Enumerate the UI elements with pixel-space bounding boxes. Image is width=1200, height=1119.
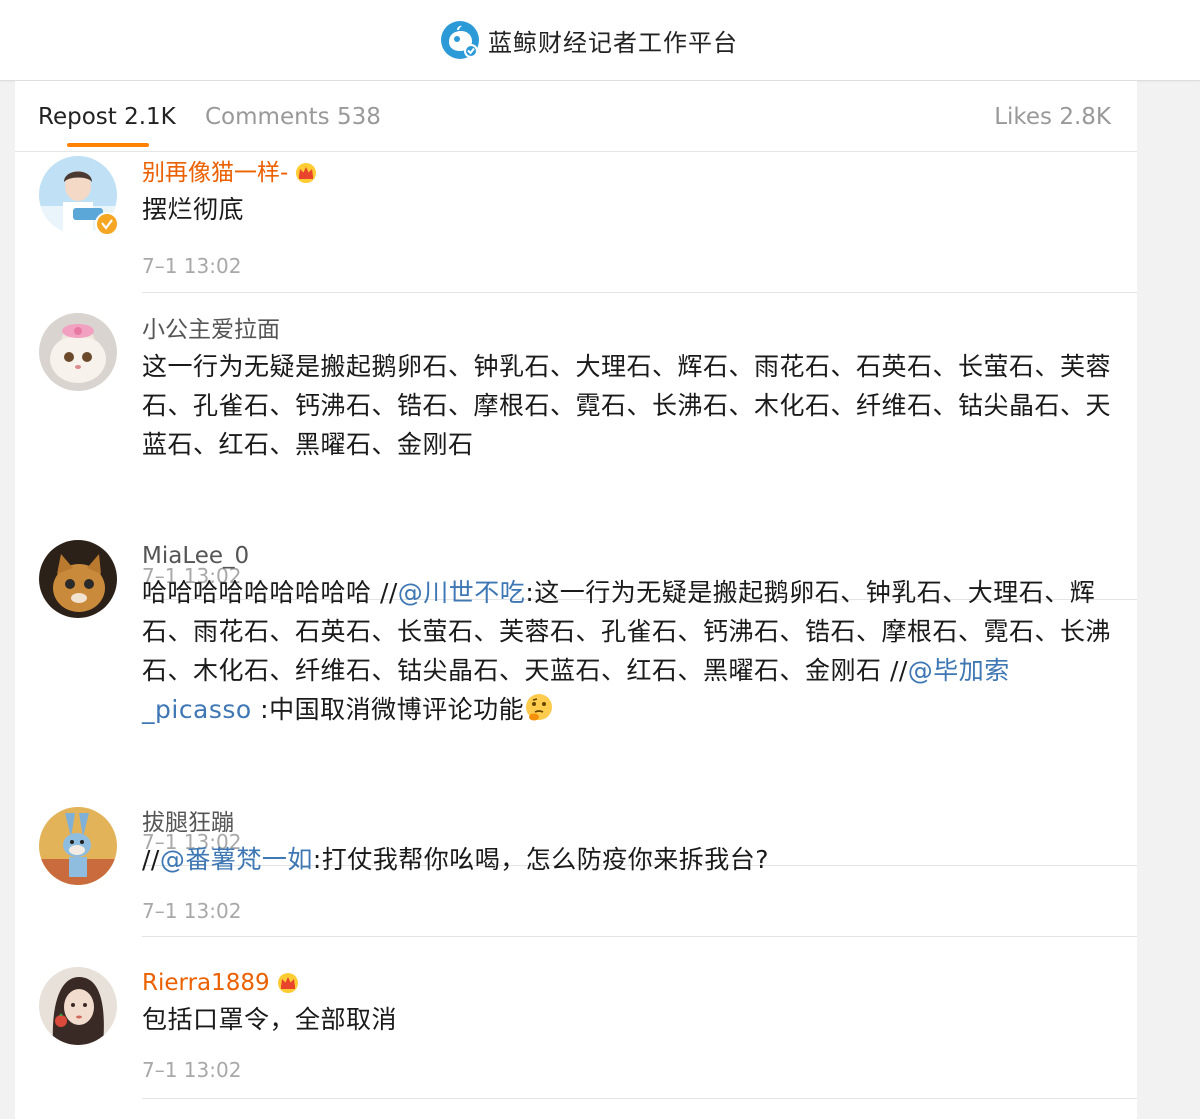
list-item: Rierra1889 包括口罩令，全部取消 7–1 13:02 [15,946,1137,1119]
mention-link[interactable]: @番薯梵一如 [160,845,313,874]
tab-repost[interactable]: Repost 2.1K [38,102,176,132]
comment-body: 小公主爱拉面 这一行为无疑是搬起鹅卵石、钟乳石、大理石、辉石、雨花石、石英石、长… [142,314,1113,464]
username[interactable]: MiaLee_0 [142,540,249,572]
comment-text: 这一行为无疑是搬起鹅卵石、钟乳石、大理石、辉石、雨花石、石英石、长萤石、芙蓉石、… [142,352,1112,459]
vip-crown-icon [296,163,317,183]
username-row: 别再像猫一样- [142,157,1113,189]
avatar-cat-white-icon [39,313,117,391]
tab-likes[interactable]: Likes 2.8K [994,102,1111,132]
comment-text: 摆烂彻底 [142,195,245,224]
comment-text: //@番薯梵一如:打仗我帮你吆喝，怎么防疫你来拆我台? [142,840,1113,879]
timestamp: 7–1 13:02 [142,1058,242,1082]
tab-bar: Repost 2.1K Comments 538 Likes 2.8K [15,81,1137,152]
username-row: 小公主爱拉面 [142,314,1113,346]
top-bar: 蓝鲸财经记者工作平台 [0,0,1200,81]
username-row: MiaLee_0 [142,540,1113,572]
timestamp: 7–1 13:02 [142,899,242,923]
comment-text-part: 哈哈哈哈哈哈哈哈哈 // [142,578,398,607]
avatar[interactable] [39,540,117,618]
app-title: 蓝鲸财经记者工作平台 [488,28,738,57]
comment-text-part: // [142,845,160,874]
verified-badge-icon [95,212,119,236]
comment-body: 别再像猫一样- 摆烂彻底 [142,157,1113,229]
username[interactable]: Rierra1889 [142,967,270,999]
whale-logo-icon [440,20,480,60]
avatar-cat-orange-icon [39,540,117,618]
avatar[interactable] [39,156,119,236]
comment-text-part: :中国取消微博评论功能 [251,695,525,724]
avatar[interactable] [39,807,117,885]
avatar[interactable] [39,313,117,391]
list-item: MiaLee_0 哈哈哈哈哈哈哈哈哈 //@川世不吃:这一行为无疑是搬起鹅卵石、… [15,520,1137,866]
vip-crown-icon [277,973,298,993]
list-item: 别再像猫一样- 摆烂彻底 7–1 13:02 [15,152,1137,293]
comment-text: 包括口罩令，全部取消 [142,1005,398,1034]
divider [142,1098,1137,1099]
list-item: 小公主爱拉面 这一行为无疑是搬起鹅卵石、钟乳石、大理石、辉石、雨花石、石英石、长… [15,293,1137,600]
comment-text-part: :打仗我帮你吆喝，怎么防疫你来拆我台? [312,845,770,874]
divider [142,936,1137,937]
brand[interactable]: 蓝鲸财经记者工作平台 [440,20,738,60]
thinking-face-icon [526,694,553,721]
avatar-girl-icon [39,967,117,1045]
list-item: 拔腿狂蹦 //@番薯梵一如:打仗我帮你吆喝，怎么防疫你来拆我台? 7–1 13:… [15,786,1137,946]
username[interactable]: 拔腿狂蹦 [142,807,234,839]
avatar-cartoon-rabbit-icon [39,807,117,885]
username[interactable]: 别再像猫一样- [142,157,288,189]
active-tab-indicator [67,143,149,147]
tab-comments[interactable]: Comments 538 [205,102,381,132]
timestamp: 7–1 13:02 [142,254,242,278]
comment-text: 哈哈哈哈哈哈哈哈哈 //@川世不吃:这一行为无疑是搬起鹅卵石、钟乳石、大理石、辉… [142,573,1113,729]
comment-body: MiaLee_0 哈哈哈哈哈哈哈哈哈 //@川世不吃:这一行为无疑是搬起鹅卵石、… [142,540,1113,729]
username-row: 拔腿狂蹦 [142,807,1113,839]
comment-body: Rierra1889 包括口罩令，全部取消 [142,967,1113,1039]
repost-panel: Repost 2.1K Comments 538 Likes 2.8K 别再像猫… [15,81,1137,1119]
mention-link[interactable]: @川世不吃 [398,578,526,607]
comment-body: 拔腿狂蹦 //@番薯梵一如:打仗我帮你吆喝，怎么防疫你来拆我台? [142,807,1113,879]
username[interactable]: 小公主爱拉面 [142,314,280,346]
username-row: Rierra1889 [142,967,1113,999]
avatar[interactable] [39,967,117,1045]
